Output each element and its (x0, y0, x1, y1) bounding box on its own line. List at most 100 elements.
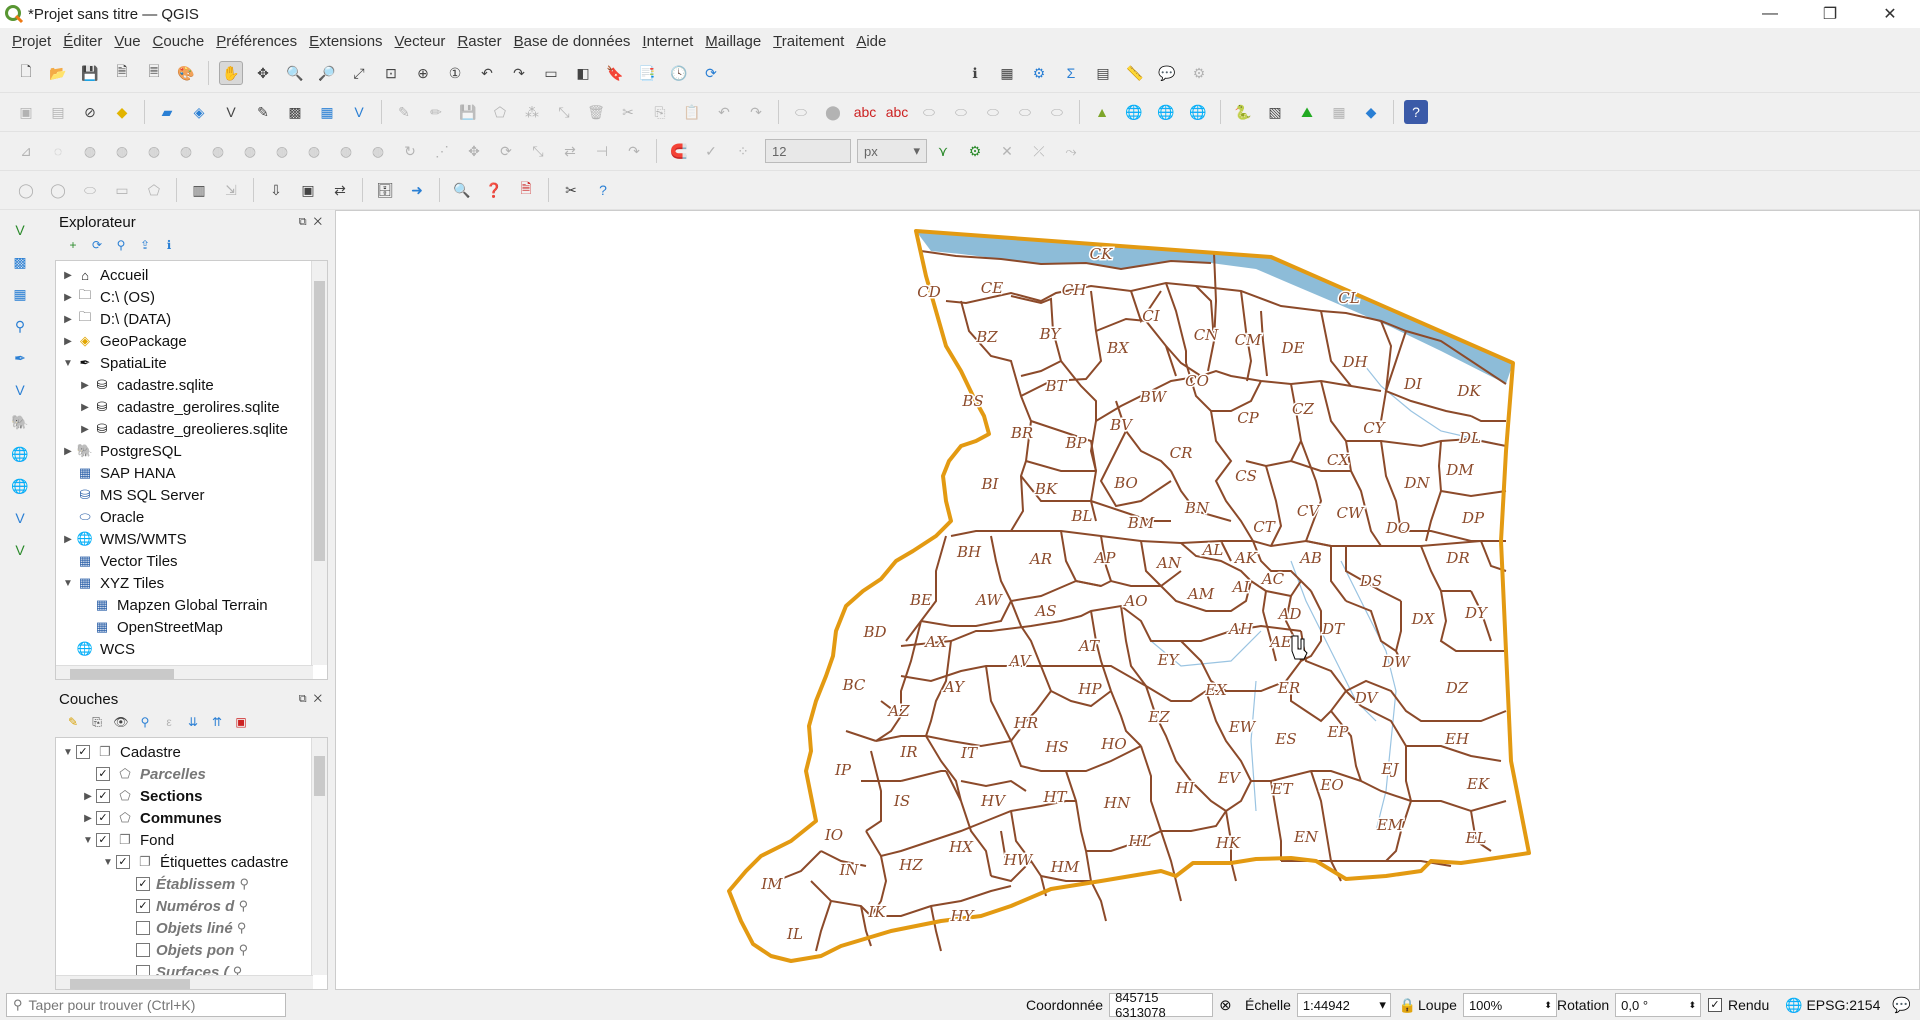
select-features-icon[interactable]: ▣ (14, 100, 38, 124)
layer-visibility-checkbox[interactable] (136, 943, 150, 957)
terrain-icon[interactable]: ▲ (1090, 100, 1114, 124)
shape-digitize-icon[interactable]: ◯ (14, 178, 38, 202)
collapse-arrow-icon[interactable]: ▼ (60, 747, 76, 758)
delete-ring-icon[interactable]: ◍ (142, 139, 166, 163)
swap-arrows-icon[interactable]: ⇄ (328, 178, 352, 202)
show-bookmarks-icon[interactable]: 📑 (635, 61, 659, 85)
close-button[interactable]: ✕ (1860, 0, 1920, 28)
open-project-icon[interactable]: 📂 (46, 61, 70, 85)
reverse-line-icon[interactable]: ⇄ (558, 139, 582, 163)
new-project-icon[interactable]: 🗋 (14, 61, 38, 85)
open-attribute-table-icon[interactable]: ▦ (995, 61, 1019, 85)
lock-scale-icon[interactable]: 🔒 (1399, 997, 1416, 1014)
menu-traitement[interactable]: Traitement (767, 33, 850, 50)
rectangle-digitize-icon[interactable]: ▭ (110, 178, 134, 202)
split-features-icon[interactable]: ◍ (270, 139, 294, 163)
collapse-all-layers-icon[interactable]: ⇈ (208, 713, 226, 731)
layer-styling-icon[interactable]: ✎ (64, 713, 82, 731)
wcs-icon[interactable]: 🌐 (1186, 100, 1210, 124)
collapse-arrow-icon[interactable]: ▼ (60, 358, 76, 369)
menu-preferences[interactable]: Préférences (210, 33, 303, 50)
offset-curve-icon[interactable]: ◍ (238, 139, 262, 163)
paste-features-icon[interactable]: 📋 (680, 100, 704, 124)
save-edits-icon[interactable]: 💾 (456, 100, 480, 124)
collapse-all-icon[interactable]: ⇪ (136, 236, 154, 254)
add-vector-icon[interactable]: V (219, 100, 243, 124)
zoom-in-icon[interactable]: 🔍 (283, 61, 307, 85)
add-polygon-icon[interactable]: ⬠ (488, 100, 512, 124)
zoom-layer-icon[interactable]: ⊕ (411, 61, 435, 85)
filter-expression-icon[interactable]: ε (160, 713, 178, 731)
georeferencer-icon[interactable]: ▧ (1263, 100, 1287, 124)
remove-layer-icon[interactable]: ▣ (232, 713, 250, 731)
layer-item[interactable]: ▼ ✓ ❐ Étiquettes cadastre (56, 851, 327, 873)
deselect-all-icon[interactable]: ⊘ (78, 100, 102, 124)
redo-arrow-icon[interactable]: ↷ (622, 139, 646, 163)
temporal-controller-icon[interactable]: 🕓 (667, 61, 691, 85)
label-pin-icon[interactable]: ⬭ (789, 100, 813, 124)
snapping-magnet-icon[interactable]: 🧲 (667, 139, 691, 163)
browser-item[interactable]: ▶ ◈ GeoPackage (56, 330, 327, 352)
expand-arrow-icon[interactable]: ▶ (60, 314, 76, 325)
cadastre-pdf-icon[interactable]: 🗎 (514, 178, 538, 202)
toggle-extents-icon[interactable]: ⊗ (1219, 996, 1232, 1014)
expand-arrow-icon[interactable]: ▶ (80, 791, 96, 802)
collapse-arrow-icon[interactable]: ▼ (100, 857, 116, 868)
snapping-type-icon[interactable]: ⁘ (731, 139, 755, 163)
snapping-tolerance-spinner[interactable]: 12 (765, 139, 851, 163)
manage-visibility-icon[interactable]: 👁 (112, 713, 130, 731)
menu-extensions[interactable]: Extensions (303, 33, 388, 50)
cadastre-settings-icon[interactable]: ✂ (559, 178, 583, 202)
restore-button[interactable]: ❐ (1800, 0, 1860, 28)
zoom-native-icon[interactable]: ① (443, 61, 467, 85)
label-toolbar-icon[interactable]: abc (853, 100, 877, 124)
simplify-icon[interactable]: ⋰ (430, 139, 454, 163)
browser-item[interactable]: ▶ 🌐 WMS/WMTS (56, 528, 327, 550)
layer-item[interactable]: Objets pon ⚲ (56, 939, 327, 961)
layer-item[interactable]: ▼ ✓ ❐ Cadastre (56, 741, 327, 763)
cadastre-search-icon[interactable]: ▣ (296, 178, 320, 202)
scale-combobox[interactable]: 1:44942 ▾ (1296, 993, 1391, 1017)
style-manager-icon[interactable]: 🎨 (174, 61, 198, 85)
layers-hscroll[interactable] (56, 975, 313, 989)
measure-icon[interactable]: 📏 (1123, 61, 1147, 85)
menu-maillage[interactable]: Maillage (699, 33, 767, 50)
layers-plugin-icon[interactable]: ◆ (1359, 100, 1383, 124)
refresh-icon[interactable]: ⟳ (699, 61, 723, 85)
scale-feature-icon[interactable]: ⤡ (526, 139, 550, 163)
add-geopackage-icon[interactable]: ◈ (187, 100, 211, 124)
browser-item[interactable]: ▦ Mapzen Global Terrain (56, 594, 327, 616)
layer-visibility-checkbox[interactable]: ✓ (116, 855, 130, 869)
minimize-button[interactable]: — (1740, 0, 1800, 28)
elevation-profile-icon[interactable]: ⛰ (1295, 100, 1319, 124)
browser-item[interactable]: ▦ SAP HANA (56, 462, 327, 484)
add-mesh-layer-icon[interactable]: ▦ (8, 282, 32, 306)
circle-digitize-icon[interactable]: ◯ (46, 178, 70, 202)
layer-item[interactable]: ▶ ✓ ⬠ Sections (56, 785, 327, 807)
layer-item[interactable]: ✓ Établissem ⚲ (56, 873, 327, 895)
wfs-icon[interactable]: 🌐 (1154, 100, 1178, 124)
avoid-overlap-icon[interactable]: ⤳ (1059, 139, 1083, 163)
select-table-icon[interactable]: ▤ (1091, 61, 1115, 85)
pan-to-selection-icon[interactable]: ✥ (251, 61, 275, 85)
browser-item[interactable]: ▶ ⛁ cadastre_gerolires.sqlite (56, 396, 327, 418)
browser-item[interactable]: ▶ ⛁ cadastre_greolieres.sqlite (56, 418, 327, 440)
layer-visibility-checkbox[interactable]: ✓ (96, 767, 110, 781)
cut-features-icon[interactable]: ✂ (616, 100, 640, 124)
browser-item[interactable]: 🌐 WCS (56, 638, 327, 660)
browser-item[interactable]: ▶ 🗀 C:\ (OS) (56, 286, 327, 308)
expand-all-icon[interactable]: ⇊ (184, 713, 202, 731)
fill-ring-icon[interactable]: ◍ (78, 139, 102, 163)
toggle-editing-icon[interactable]: ✏ (424, 100, 448, 124)
processing-toolbox-icon[interactable]: ⚙ (1027, 61, 1051, 85)
add-vector-tile-icon[interactable]: V (8, 538, 32, 562)
layer-item[interactable]: ✓ Numéros d ⚲ (56, 895, 327, 917)
new-vector-layer-icon[interactable]: V (8, 218, 32, 242)
layer-visibility-checkbox[interactable]: ✓ (96, 811, 110, 825)
properties-icon[interactable]: ℹ (160, 236, 178, 254)
add-group-icon[interactable]: ⎘ (88, 713, 106, 731)
browser-item[interactable]: ▶ ⌂ Accueil (56, 264, 327, 286)
annotation-icon[interactable]: ⚙ (1187, 61, 1211, 85)
label-change-icon[interactable]: ⬭ (1013, 100, 1037, 124)
add-delimited-layer-icon[interactable]: ⚲ (8, 314, 32, 338)
